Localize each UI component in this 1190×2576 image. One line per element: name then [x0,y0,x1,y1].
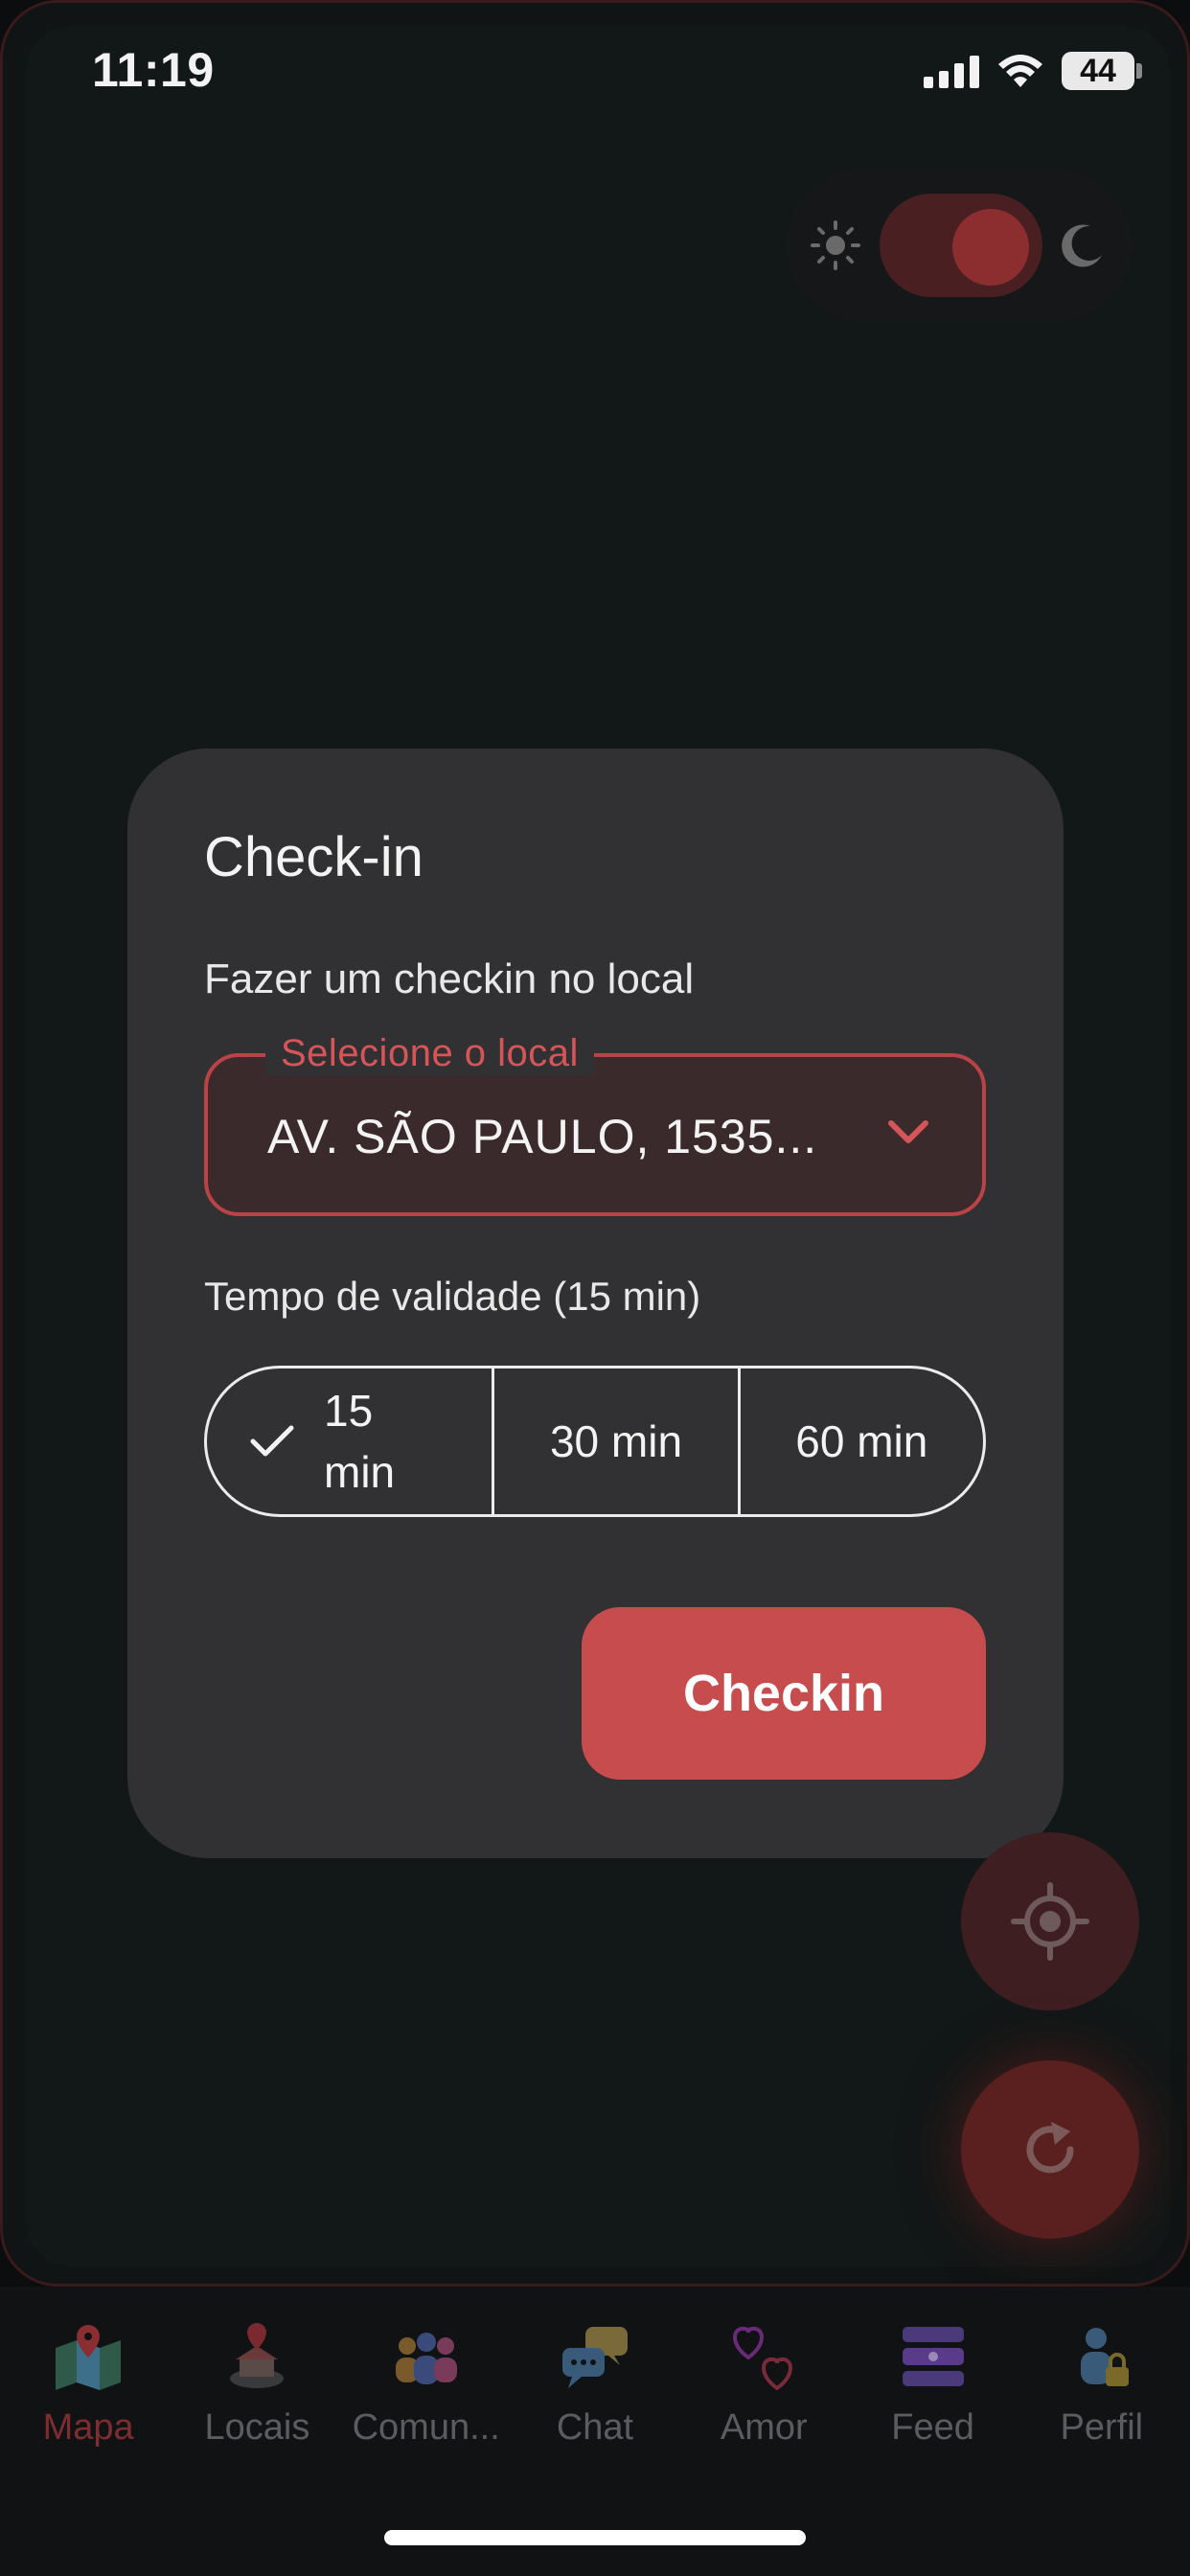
nav-label: Locais [204,2407,310,2448]
chevron-down-icon [888,1120,928,1143]
checkin-button[interactable]: Checkin [582,1607,986,1780]
duration-option-15[interactable]: 15 min [207,1368,495,1514]
checkmark-icon [250,1425,294,1457]
dialog-title: Check-in [204,826,423,888]
nav-label: Perfil [1060,2407,1144,2448]
battery-level: 44 [1080,52,1116,89]
refresh-button[interactable] [961,2060,1139,2239]
checkin-dialog: Check-in Fazer um checkin no local Selec… [127,748,1064,1858]
nav-label: Comun... [352,2407,500,2448]
sun-icon [809,218,862,272]
nav-label: Amor [720,2407,808,2448]
map-icon [50,2319,126,2396]
nav-item-perfil[interactable]: Perfil [1018,2287,1186,2576]
dark-mode-switch[interactable] [880,194,1043,297]
duration-option-label: 60 min [795,1416,928,1466]
wifi-icon [998,55,1042,87]
home-indicator[interactable] [384,2530,806,2545]
location-select-value: AV. SÃO PAULO, 1535... [267,1110,818,1163]
cellular-signal-icon [924,54,979,88]
duration-selector: 15 min 30 min 60 min [204,1366,986,1517]
nav-item-locais[interactable]: Locais [172,2287,341,2576]
community-icon [388,2319,465,2396]
nav-label: Chat [556,2407,634,2448]
theme-toggle [786,169,1133,322]
nav-item-feed[interactable]: Feed [848,2287,1017,2576]
crosshair-icon [1011,1882,1089,1961]
switch-knob [952,209,1030,286]
location-select-label: Selecione o local [265,1032,594,1075]
dialog-subtitle: Fazer um checkin no local [204,955,695,1002]
nav-label: Mapa [42,2407,134,2448]
duration-option-label: 30 min [549,1416,683,1466]
hearts-icon [725,2319,802,2396]
profile-lock-icon [1064,2319,1140,2396]
status-time: 11:19 [92,43,215,97]
duration-option-60[interactable]: 60 min [741,1368,983,1514]
validity-label: Tempo de validade (15 min) [204,1274,701,1319]
battery-icon: 44 [1062,52,1142,90]
nav-item-mapa[interactable]: Mapa [4,2287,172,2576]
moon-icon [1056,218,1110,272]
app-screen: 11:19 44 Check-in Fazer um checkin no lo… [0,0,1190,2576]
my-location-button[interactable] [961,1832,1139,2011]
nav-label: Feed [891,2407,974,2448]
refresh-icon [1026,2122,1074,2174]
places-icon [218,2319,295,2396]
location-select[interactable]: Selecione o local AV. SÃO PAULO, 1535... [204,1032,986,1216]
duration-option-label: 15 min [324,1386,396,1497]
duration-option-30[interactable]: 30 min [494,1368,741,1514]
feed-icon [895,2319,972,2396]
chat-icon [557,2319,633,2396]
status-icons: 44 [924,52,1142,90]
